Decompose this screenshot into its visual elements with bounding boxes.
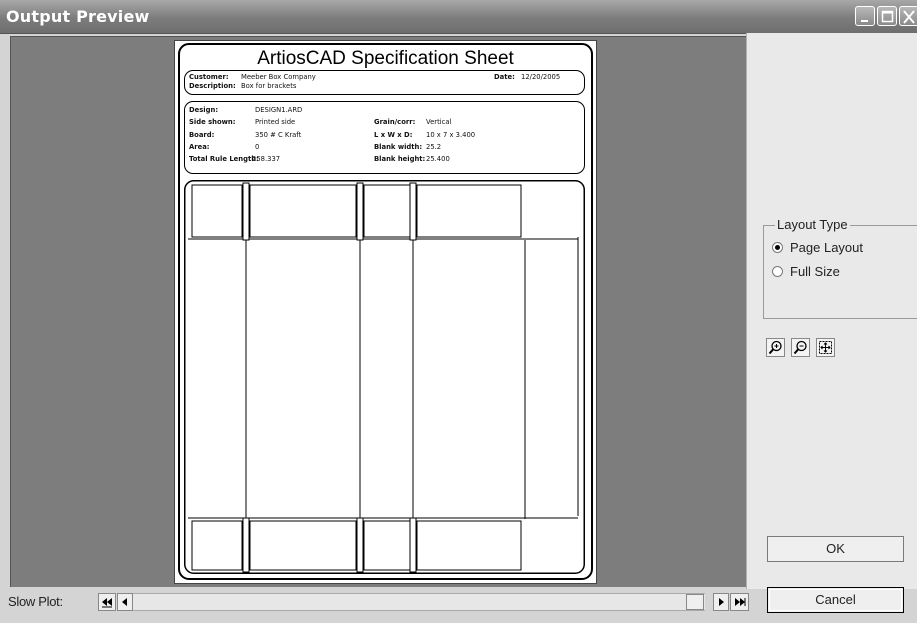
window-title: Output Preview: [6, 7, 150, 26]
side-value: Printed side: [255, 118, 296, 126]
area-label: Area:: [189, 143, 210, 151]
minimize-icon: [861, 20, 868, 22]
page-layout-option[interactable]: Page Layout: [772, 240, 863, 255]
spec-sheet-border: ArtiosCAD Specification Sheet Customer: …: [178, 43, 593, 580]
slow-plot-slider-thumb[interactable]: [686, 594, 704, 610]
blank-width-label: Blank width:: [374, 143, 423, 151]
ok-button[interactable]: OK: [767, 536, 904, 562]
lwd-value: 10 x 7 x 3.400: [426, 131, 476, 139]
sheet-title: ArtiosCAD Specification Sheet: [257, 48, 514, 69]
step-back-button[interactable]: [117, 593, 133, 611]
date-label: Date:: [494, 73, 515, 81]
fit-to-window-button[interactable]: [816, 338, 835, 357]
zoom-out-icon: [793, 340, 807, 355]
page-layout-label: Page Layout: [790, 240, 864, 255]
customer-box: Customer: Meeber Box Company Description…: [184, 70, 585, 95]
fast-forward-button[interactable]: [730, 593, 749, 611]
zoom-in-icon: [768, 340, 782, 355]
spec-sheet-page: ArtiosCAD Specification Sheet Customer: …: [174, 40, 597, 584]
close-button[interactable]: [899, 6, 917, 26]
lwd-label: L x W x D:: [374, 131, 413, 139]
maximize-icon: [881, 10, 894, 23]
rule-length-label: Total Rule Length:: [189, 155, 259, 163]
full-size-option[interactable]: Full Size: [772, 264, 840, 279]
customer-value: Meeber Box Company: [241, 73, 316, 81]
design-value: DESIGN1.ARD: [255, 106, 303, 114]
full-size-radio[interactable]: [772, 266, 783, 277]
step-forward-icon: [719, 598, 724, 606]
layout-type-group: Layout Type Page Layout Full Size: [763, 217, 917, 319]
description-label: Description:: [189, 82, 236, 90]
zoom-in-button[interactable]: [766, 338, 785, 357]
step-back-icon: [122, 598, 127, 606]
blank-height-label: Blank height:: [374, 155, 426, 163]
blank-width-value: 25.2: [426, 143, 442, 151]
layout-type-legend: Layout Type: [775, 217, 850, 232]
description-value: Box for brackets: [241, 82, 297, 90]
board-value: 350 # C Kraft: [255, 131, 302, 139]
box-dieline-drawing: [184, 180, 585, 574]
options-panel: Layout Type Page Layout Full Size OK Can…: [746, 33, 917, 613]
rewind-icon: [102, 598, 112, 608]
rule-length-value: 258.337: [252, 155, 281, 163]
minimize-button[interactable]: [855, 6, 875, 26]
rewind-button[interactable]: [98, 593, 116, 611]
date-value: 12/20/2005: [521, 73, 561, 81]
grain-value: Vertical: [426, 118, 452, 126]
page-layout-radio[interactable]: [772, 242, 783, 253]
title-bar: Output Preview: [0, 0, 917, 34]
grain-label: Grain/corr:: [374, 118, 416, 126]
slow-plot-label: Slow Plot:: [8, 594, 63, 609]
full-size-label: Full Size: [790, 264, 840, 279]
close-icon: [903, 10, 915, 24]
side-label: Side shown:: [189, 118, 236, 126]
design-label: Design:: [189, 106, 219, 114]
fast-forward-icon: [735, 598, 746, 606]
zoom-out-button[interactable]: [791, 338, 810, 357]
slow-plot-slider[interactable]: [133, 593, 705, 611]
blank-height-value: 25.400: [426, 155, 450, 163]
area-value: 0: [255, 143, 260, 151]
maximize-button[interactable]: [877, 6, 897, 26]
spec-box: Design: DESIGN1.ARD Side shown: Printed …: [184, 101, 585, 174]
customer-label: Customer:: [189, 73, 229, 81]
preview-canvas[interactable]: ArtiosCAD Specification Sheet Customer: …: [10, 36, 747, 587]
cancel-button[interactable]: Cancel: [767, 587, 904, 613]
step-forward-button[interactable]: [713, 593, 729, 611]
board-label: Board:: [189, 131, 215, 139]
fit-to-window-icon: [819, 341, 832, 354]
